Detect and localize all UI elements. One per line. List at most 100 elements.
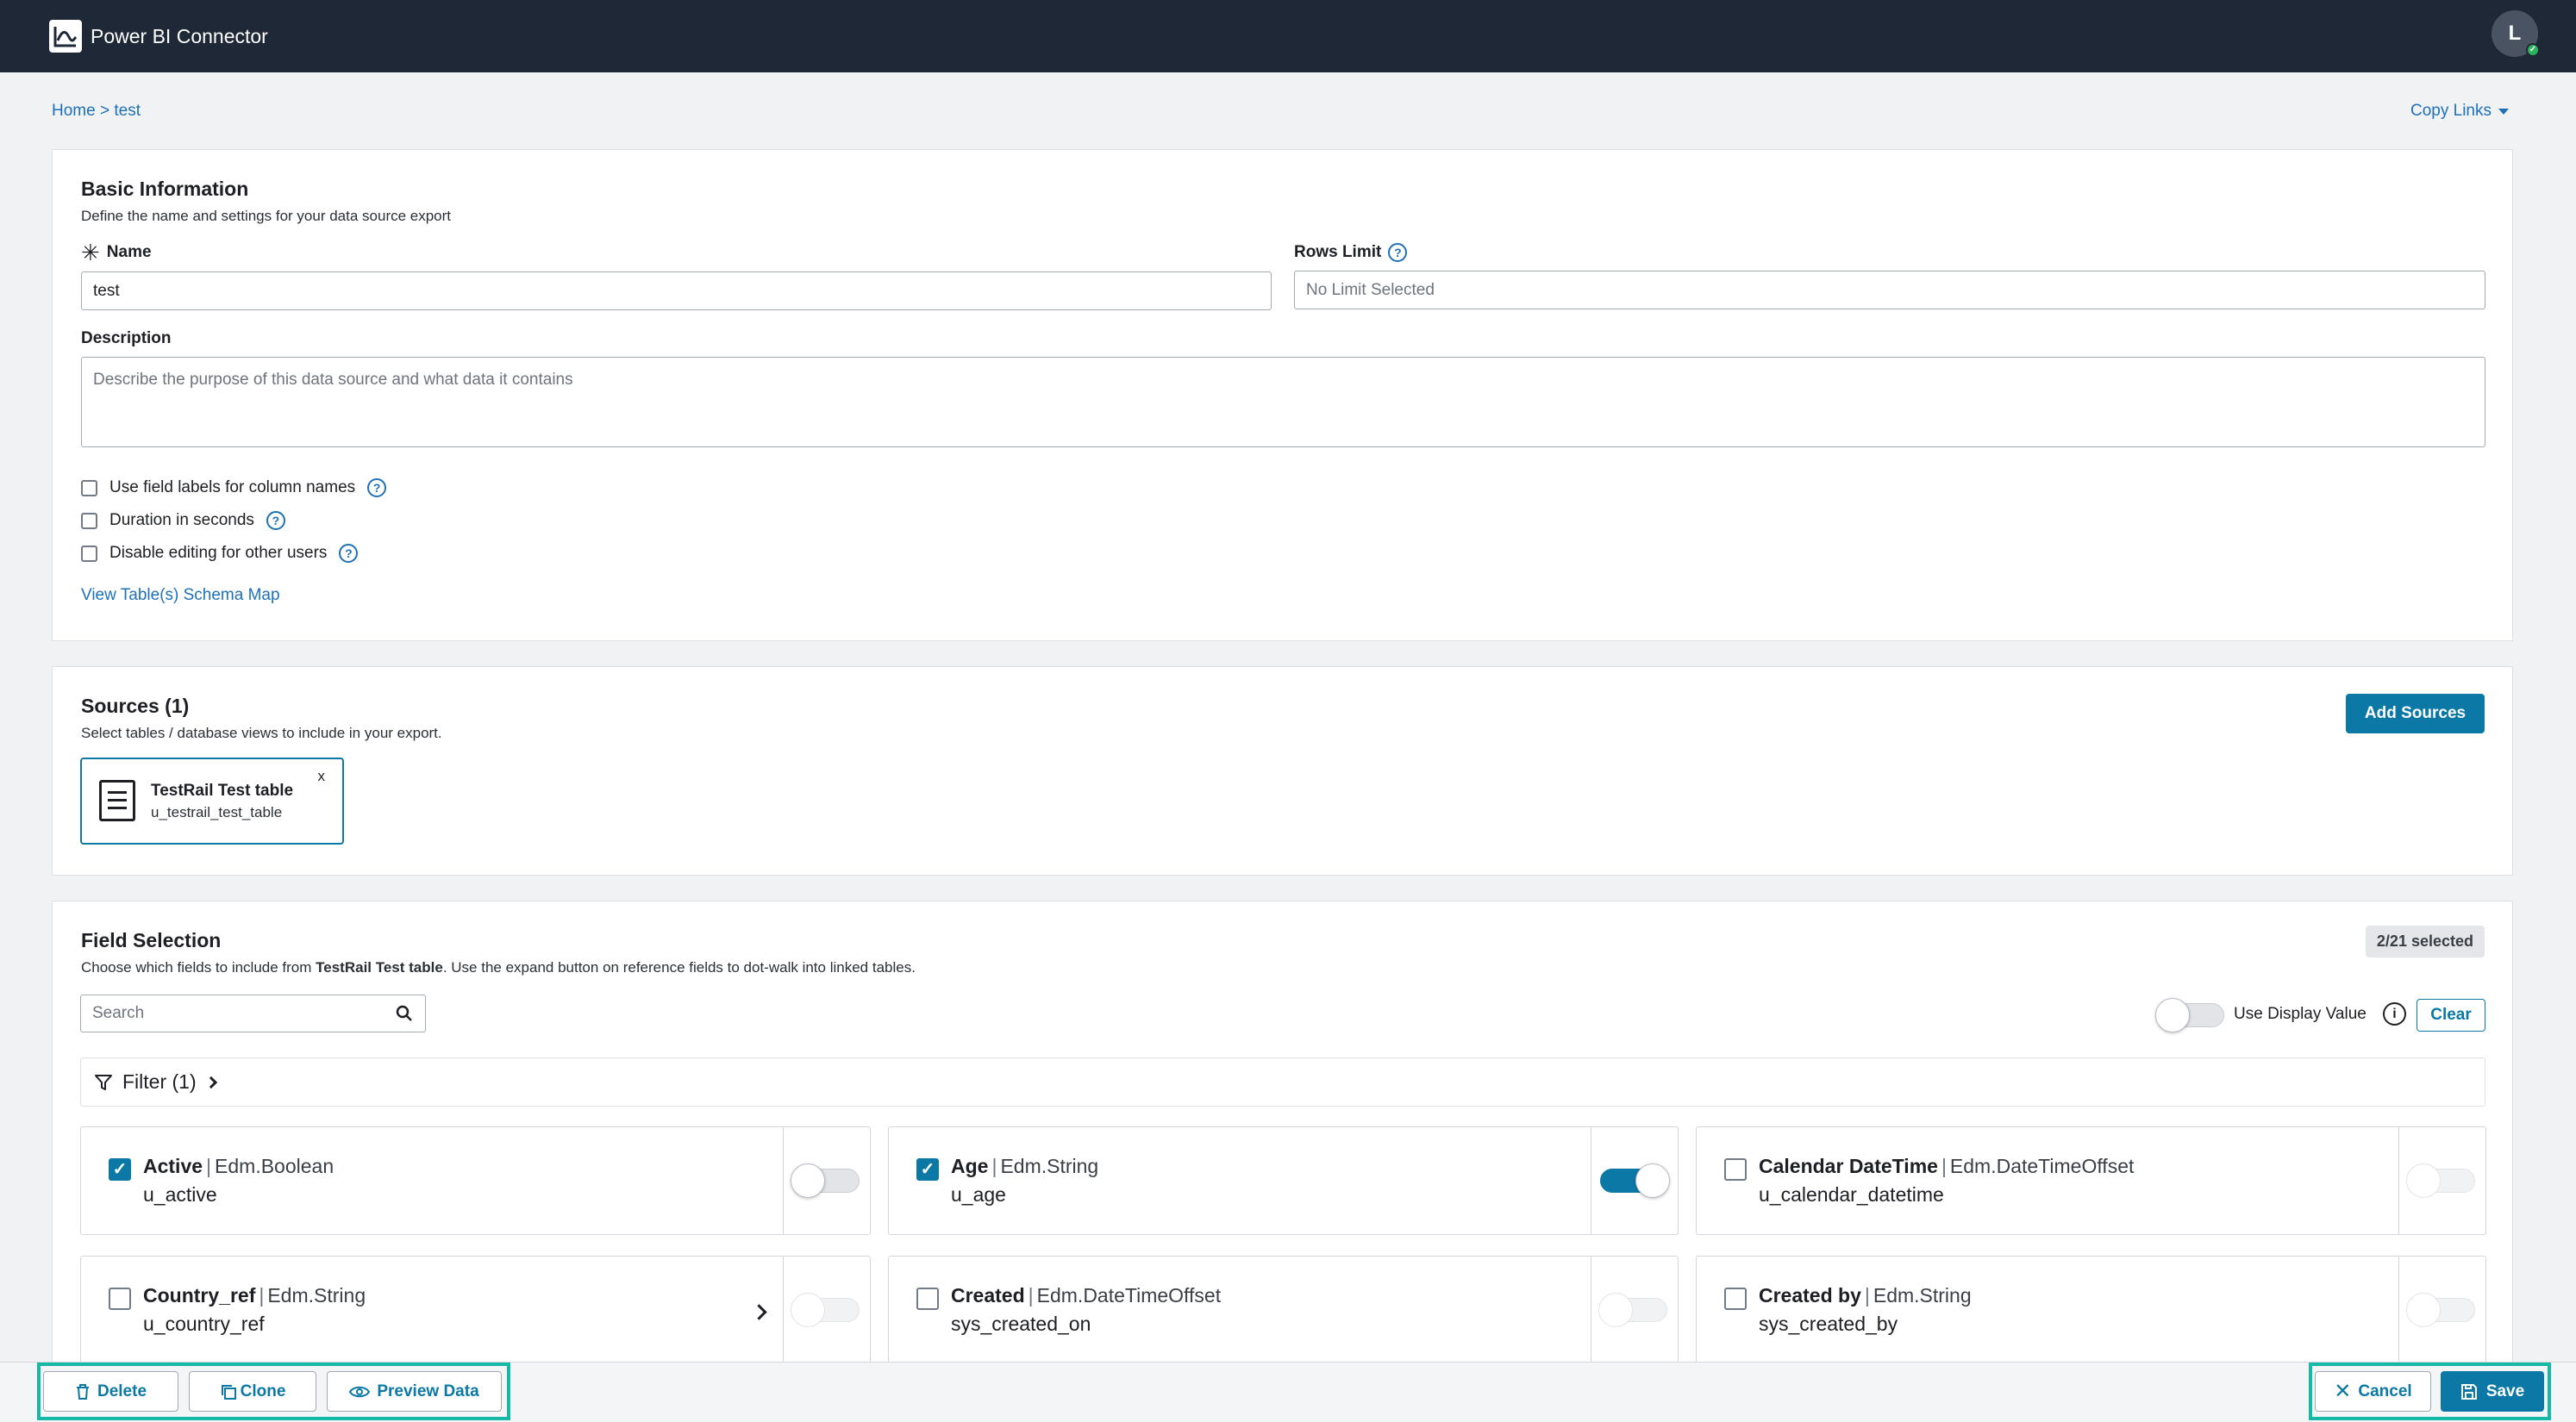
field-code: sys_created_by (1759, 1313, 1898, 1335)
field-display-toggle[interactable] (1598, 1293, 1667, 1327)
option-label: Disable editing for other users (109, 544, 328, 562)
field-display-toggle[interactable] (2406, 1163, 2475, 1198)
avatar[interactable]: L ✓ (2492, 10, 2540, 57)
source-card[interactable]: TestRail Test table u_testrail_test_tabl… (80, 758, 344, 845)
field-code: sys_created_on (951, 1313, 1091, 1335)
name-input[interactable]: test (81, 271, 1272, 310)
option-field-labels[interactable]: Use field labels for column names ? (81, 478, 387, 497)
option-duration-seconds[interactable]: Duration in seconds ? (81, 511, 285, 530)
trash-icon (76, 1383, 89, 1400)
chevron-right-icon (204, 1076, 217, 1088)
field-name-row: Created by | Edm.String (1759, 1284, 1972, 1307)
close-icon: ✕ (2334, 1380, 2352, 1403)
source-code: u_testrail_test_table (151, 804, 283, 820)
breadcrumb-separator: > (99, 102, 110, 120)
help-icon[interactable]: ? (1388, 243, 1408, 262)
field-checkbox[interactable] (1724, 1158, 1747, 1181)
expand-chevron-icon[interactable] (751, 1304, 767, 1320)
option-label: Duration in seconds (109, 511, 254, 529)
breadcrumb-current[interactable]: test (114, 102, 141, 120)
field-checkbox[interactable] (109, 1288, 131, 1310)
copy-links-dropdown[interactable]: Copy Links (2410, 102, 2509, 121)
copy-links-label: Copy Links (2410, 102, 2492, 120)
delete-button[interactable]: Delete (43, 1371, 178, 1412)
name-label-row: ✳ Name (81, 240, 152, 265)
info-icon[interactable]: i (2383, 1002, 2406, 1026)
save-icon (2460, 1383, 2477, 1400)
field-name-row: Created | Edm.DateTimeOffset (951, 1284, 1222, 1307)
field-checkbox[interactable]: ✓ (109, 1158, 131, 1181)
bottom-action-bar: Delete Clone Preview Data ✕ Cancel Save (0, 1362, 2576, 1422)
section-title: Field Selection (81, 929, 222, 951)
display-value-label: Use Display Value (2234, 1005, 2367, 1023)
field-display-toggle[interactable] (791, 1163, 860, 1198)
filter-icon (95, 1074, 112, 1090)
clear-button[interactable]: Clear (2417, 999, 2485, 1032)
description-textarea[interactable]: Describe the purpose of this data source… (81, 357, 2485, 447)
help-icon[interactable]: ? (367, 478, 387, 497)
cancel-button[interactable]: ✕ Cancel (2315, 1371, 2431, 1412)
search-icon[interactable] (396, 1005, 413, 1022)
option-disable-editing[interactable]: Disable editing for other users ? (81, 544, 359, 563)
field-name-row: Country_ref | Edm.String (143, 1284, 366, 1307)
breadcrumb-home[interactable]: Home (52, 102, 96, 120)
field-tile-active[interactable]: ✓ Active | Edm.Boolean u_active (80, 1126, 871, 1235)
field-code: u_active (143, 1183, 217, 1206)
field-tile-created[interactable]: Created | Edm.DateTimeOffset sys_created_o… (888, 1256, 1679, 1364)
field-tile-created-by[interactable]: Created by | Edm.String sys_created_by (1696, 1256, 2486, 1364)
remove-source-icon[interactable]: x (318, 768, 326, 785)
copy-icon (221, 1384, 236, 1400)
field-tile-age[interactable]: ✓ Age | Edm.String u_age (888, 1126, 1679, 1235)
field-code: u_country_ref (143, 1313, 265, 1335)
preview-data-button[interactable]: Preview Data (327, 1371, 502, 1412)
field-checkbox[interactable] (916, 1288, 939, 1310)
field-code: u_calendar_datetime (1759, 1183, 1944, 1206)
field-checkbox[interactable]: ✓ (916, 1158, 939, 1181)
schema-map-link[interactable]: View Table(s) Schema Map (81, 586, 280, 605)
section-title: Basic Information (81, 178, 249, 200)
field-name-row: Age | Edm.String (951, 1155, 1099, 1177)
breadcrumb: Home > test (52, 102, 141, 121)
rows-limit-select[interactable]: No Limit Selected (1294, 271, 2485, 309)
rows-limit-label-row: Rows Limit ? (1294, 243, 1408, 262)
avatar-initial: L (2508, 22, 2522, 45)
field-name-row: Calendar DateTime | Edm.DateTimeOffset (1759, 1155, 2135, 1177)
field-tile-country-ref[interactable]: Country_ref | Edm.String u_country_ref (80, 1256, 871, 1364)
add-sources-button[interactable]: Add Sources (2346, 694, 2485, 733)
sources-card: Sources (1) Select tables / database vie… (52, 666, 2513, 876)
checkbox[interactable] (81, 545, 97, 562)
search-placeholder: Search (92, 1004, 145, 1022)
caret-down-icon (2498, 108, 2509, 115)
name-label: Name (106, 243, 152, 261)
basic-information-card: Basic Information Define the name and se… (52, 149, 2513, 641)
field-code: u_age (951, 1183, 1006, 1206)
filter-label: Filter (1) (122, 1070, 197, 1093)
app-logo-icon[interactable] (49, 20, 82, 53)
description-label: Description (81, 329, 172, 347)
save-button[interactable]: Save (2441, 1371, 2544, 1412)
field-selection-card: Field Selection Choose which fields to i… (52, 901, 2513, 1366)
filter-bar[interactable]: Filter (1) (80, 1057, 2485, 1107)
app-title[interactable]: Power BI Connector (91, 25, 268, 48)
field-tile-calendar-datetime[interactable]: Calendar DateTime | Edm.DateTimeOffset u_c… (1696, 1126, 2486, 1235)
field-name-row: Active | Edm.Boolean (143, 1155, 335, 1177)
section-title: Sources (1) (81, 695, 190, 717)
section-subtitle: Choose which fields to include from Test… (81, 959, 916, 976)
checkbox[interactable] (81, 479, 97, 496)
source-name: TestRail Test table (151, 782, 294, 800)
help-icon[interactable]: ? (339, 544, 359, 563)
field-checkbox[interactable] (1724, 1288, 1747, 1310)
section-subtitle: Select tables / database views to includ… (81, 725, 442, 741)
display-value-toggle[interactable] (2155, 998, 2224, 1032)
clone-button[interactable]: Clone (189, 1371, 316, 1412)
search-input[interactable]: Search (80, 995, 426, 1032)
required-asterisk-icon: ✳ (81, 240, 100, 265)
field-display-toggle[interactable] (791, 1293, 860, 1327)
field-display-toggle[interactable] (2406, 1293, 2475, 1327)
field-display-toggle[interactable] (1600, 1163, 1670, 1198)
table-icon (99, 780, 135, 821)
online-status-icon: ✓ (2526, 43, 2540, 57)
section-subtitle: Define the name and settings for your da… (81, 208, 452, 224)
checkbox[interactable] (81, 512, 97, 529)
help-icon[interactable]: ? (266, 511, 285, 530)
